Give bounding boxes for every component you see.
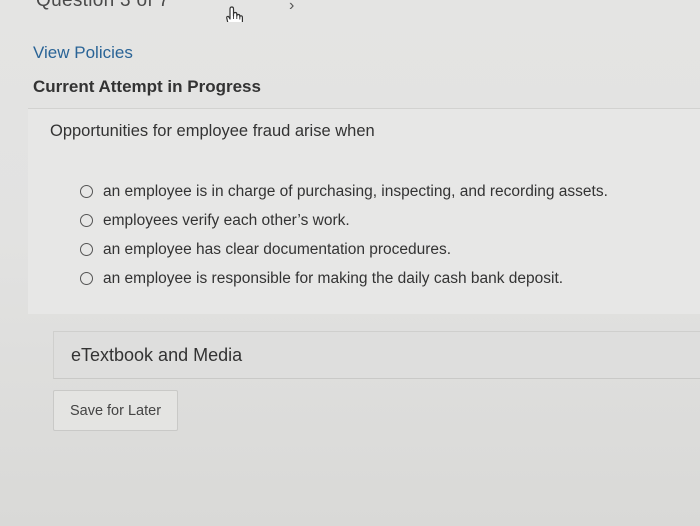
question-nav-bar: Question 3 of 7 › [0, 0, 700, 22]
radio-unselected-icon[interactable] [80, 214, 93, 227]
pointer-hand-icon [226, 6, 243, 22]
answer-option[interactable]: an employee is responsible for making th… [80, 264, 690, 293]
answer-option[interactable]: an employee has clear documentation proc… [80, 235, 690, 264]
answer-option-label: an employee is responsible for making th… [103, 269, 564, 287]
next-question-arrow-icon[interactable]: › [289, 0, 294, 15]
answer-option-label: employees verify each other’s work. [103, 211, 350, 229]
attempt-status-heading: Current Attempt in Progress [33, 77, 261, 96]
answer-option[interactable]: employees verify each other’s work. [80, 206, 690, 235]
radio-unselected-icon[interactable] [80, 272, 93, 285]
save-for-later-button[interactable]: Save for Later [53, 390, 178, 431]
answer-option-label: an employee has clear documentation proc… [103, 240, 452, 258]
radio-unselected-icon[interactable] [80, 243, 93, 256]
view-policies-link[interactable]: View Policies [33, 43, 133, 63]
answer-option-label: an employee is in charge of purchasing, … [103, 182, 608, 200]
etextbook-media-label: eTextbook and Media [71, 345, 243, 365]
answer-options: an employee is in charge of purchasing, … [80, 177, 690, 293]
answer-option[interactable]: an employee is in charge of purchasing, … [80, 177, 690, 206]
question-card: Opportunities for employee fraud arise w… [28, 109, 700, 314]
question-prompt: Opportunities for employee fraud arise w… [50, 122, 375, 140]
radio-unselected-icon[interactable] [80, 185, 93, 198]
question-counter: Question 3 of 7 [36, 0, 170, 11]
etextbook-media-panel[interactable]: eTextbook and Media [53, 331, 700, 379]
